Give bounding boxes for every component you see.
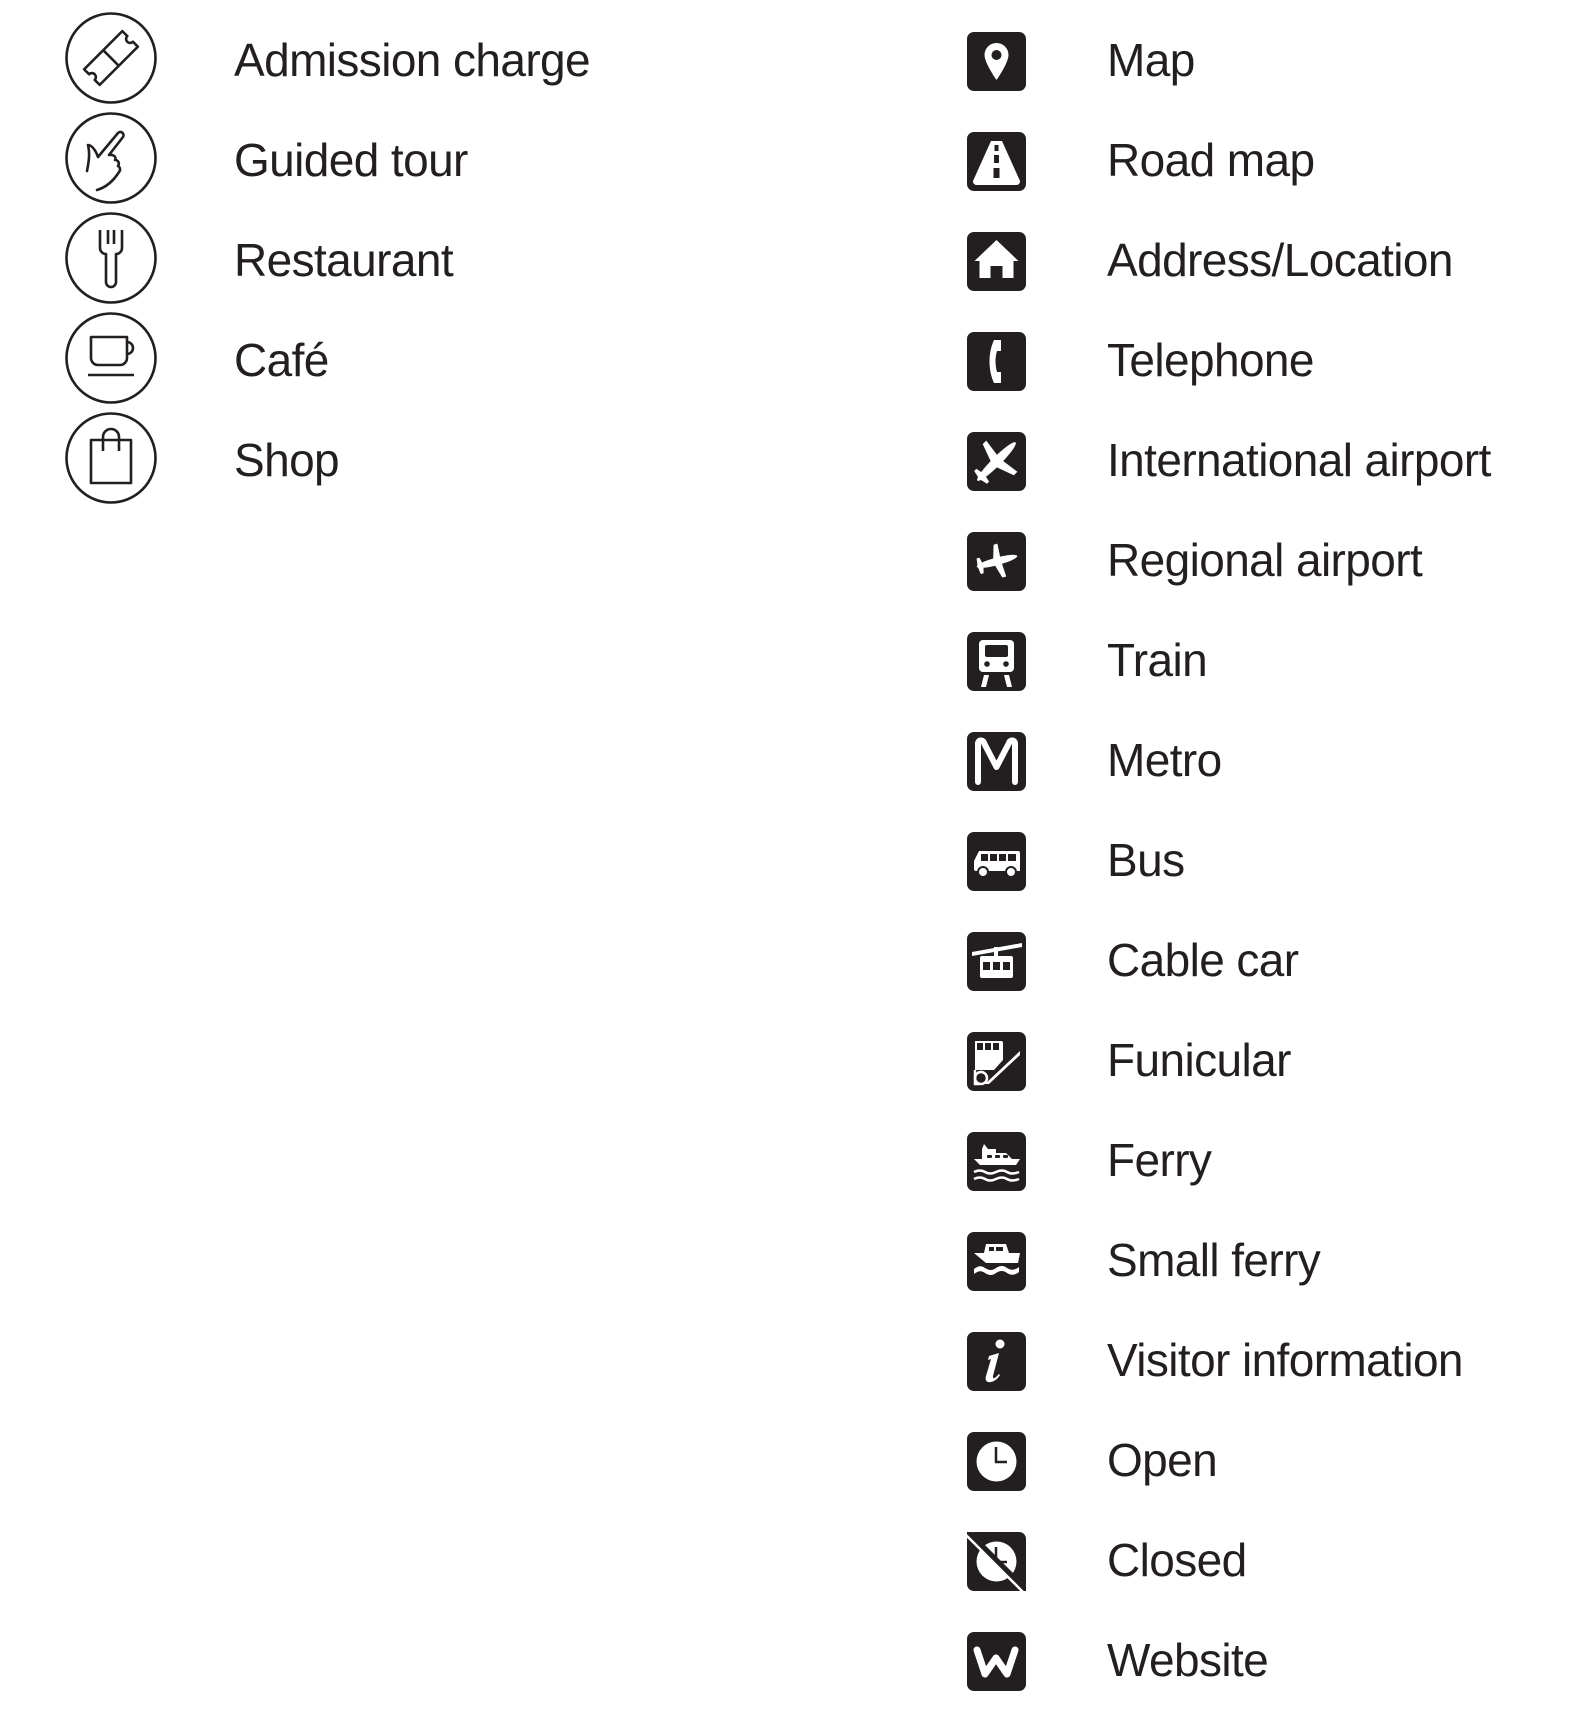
legend-label: Admission charge: [234, 34, 591, 86]
legend-item-guided-tour: Guided tour: [0, 100, 900, 204]
legend-item-admission-charge: Admission charge: [0, 0, 900, 104]
legend-label: Map: [1107, 34, 1195, 86]
legend-item-ferry: Ferry: [940, 1100, 1575, 1200]
legend-item-map: Map: [940, 0, 1575, 100]
house-icon: [967, 232, 1026, 291]
legend-label: Train: [1107, 634, 1208, 686]
legend-label: Telephone: [1107, 334, 1315, 386]
legend-label: Bus: [1107, 834, 1185, 886]
fork-icon: [64, 211, 158, 305]
legend-label: Open: [1107, 1434, 1218, 1486]
legend-label: Small ferry: [1107, 1234, 1321, 1286]
large-plane-icon: [967, 432, 1026, 491]
legend-item-shop: Shop: [0, 400, 900, 504]
clock-icon: [967, 1432, 1026, 1491]
cable-car-icon: [967, 932, 1026, 991]
legend-label: Ferry: [1107, 1134, 1212, 1186]
legend-label: Restaurant: [234, 234, 454, 286]
legend-item-restaurant: Restaurant: [0, 200, 900, 304]
legend-label: Closed: [1107, 1534, 1247, 1586]
coffee-cup-icon: [64, 311, 158, 405]
map-pin-icon: [967, 32, 1026, 91]
legend-item-small-ferry: Small ferry: [940, 1200, 1575, 1300]
website-w-icon: [967, 1632, 1026, 1691]
legend-item-road-map: Road map: [940, 100, 1575, 200]
legend-label: Metro: [1107, 734, 1222, 786]
legend-item-regional-airport: Regional airport: [940, 500, 1575, 600]
legend-item-address: Address/Location: [940, 200, 1575, 300]
legend-label: Road map: [1107, 134, 1315, 186]
legend-label: Funicular: [1107, 1034, 1291, 1086]
metro-icon: [967, 732, 1026, 791]
shopping-bag-icon: [64, 411, 158, 505]
bus-icon: [967, 832, 1026, 891]
legend-label: Website: [1107, 1634, 1269, 1686]
legend-label: Visitor information: [1107, 1334, 1464, 1386]
ferry-icon: [967, 1132, 1026, 1191]
funicular-icon: [967, 1032, 1026, 1091]
legend-item-website: Website: [940, 1600, 1575, 1700]
legend-label: Regional airport: [1107, 534, 1423, 586]
legend-label: Guided tour: [234, 134, 468, 186]
legend-item-open: Open: [940, 1400, 1575, 1500]
legend-item-funicular: Funicular: [940, 1000, 1575, 1100]
small-plane-icon: [967, 532, 1026, 591]
road-icon: [967, 132, 1026, 191]
legend-item-cable-car: Cable car: [940, 900, 1575, 1000]
legend-label: Cable car: [1107, 934, 1299, 986]
legend-item-cafe: Café: [0, 300, 900, 404]
telephone-icon: [967, 332, 1026, 391]
legend-item-telephone: Telephone: [940, 300, 1575, 400]
legend-item-international-airport: International airport: [940, 400, 1575, 500]
legend-label: Café: [234, 334, 329, 386]
legend-item-metro: Metro: [940, 700, 1575, 800]
legend-item-train: Train: [940, 600, 1575, 700]
small-ferry-icon: [967, 1232, 1026, 1291]
ticket-icon: [64, 11, 158, 105]
legend-label: Shop: [234, 434, 340, 486]
legend-item-closed: Closed: [940, 1500, 1575, 1600]
legend-label: Address/Location: [1107, 234, 1453, 286]
clock-crossed-icon: [967, 1532, 1026, 1591]
legend-item-bus: Bus: [940, 800, 1575, 900]
info-icon: [967, 1332, 1026, 1391]
pointing-hand-icon: [64, 111, 158, 205]
train-icon: [967, 632, 1026, 691]
legend-label: International airport: [1107, 434, 1491, 486]
legend-item-visitor-information: Visitor information: [940, 1300, 1575, 1400]
